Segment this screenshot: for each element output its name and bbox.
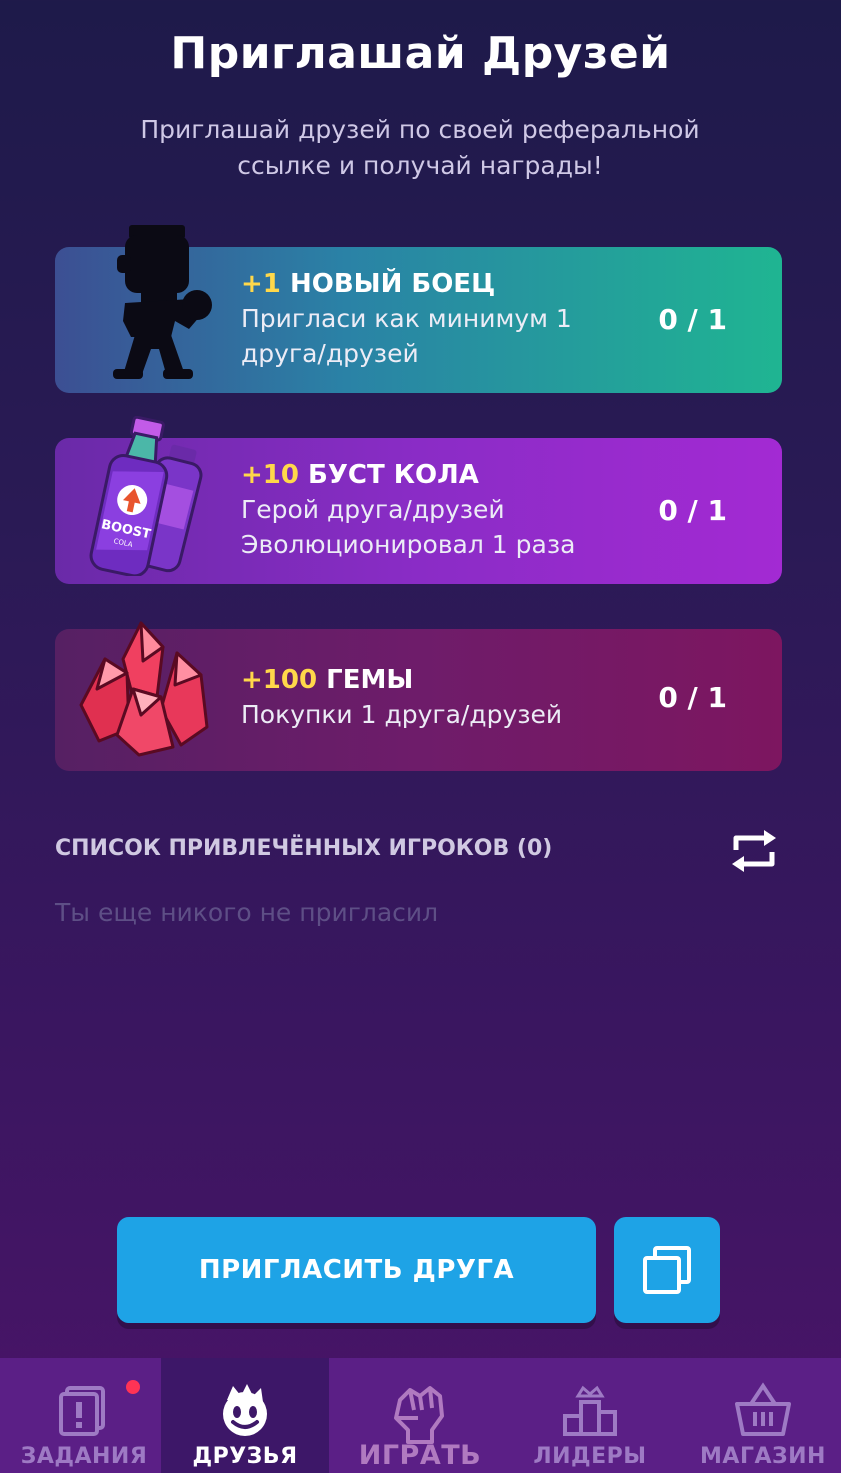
fighter-silhouette-icon xyxy=(105,225,215,385)
nav-play[interactable]: ИГРАТЬ xyxy=(336,1358,504,1473)
bottom-navigation: ЗАДАНИЯ ДРУЗЬЯ ИГРАТЬ ЛИДЕРЫ МАГАЗИН xyxy=(0,1358,841,1473)
reward-amount: +10 xyxy=(241,460,299,490)
invite-friend-label: ПРИГЛАСИТЬ ДРУГА xyxy=(198,1255,515,1285)
reward-description: Покупки 1 друга/друзей xyxy=(241,700,563,729)
reward-card-boost-cola: BOOST COLA +10 БУСТ КОЛА Герой друга/дру… xyxy=(55,415,782,584)
reward-title: +100 ГЕМЫ xyxy=(241,663,641,697)
basket-icon xyxy=(733,1382,793,1442)
boost-cola-icon: BOOST COLA xyxy=(77,415,217,580)
page-subtitle: Приглашай друзей по своей реферальной сс… xyxy=(140,115,700,180)
invited-empty-text: Ты еще никого не пригласил xyxy=(55,898,439,927)
copy-icon xyxy=(643,1246,691,1294)
friends-icon xyxy=(215,1382,275,1442)
nav-shop[interactable]: МАГАЗИН xyxy=(679,1358,841,1473)
nav-play-label: ИГРАТЬ xyxy=(358,1440,482,1471)
reward-amount: +1 xyxy=(241,269,281,299)
nav-leaders-label: ЛИДЕРЫ xyxy=(533,1444,647,1469)
nav-tasks-label: ЗАДАНИЯ xyxy=(20,1444,148,1469)
reward-title: +10 БУСТ КОЛА xyxy=(241,458,641,492)
reward-name: НОВЫЙ БОЕЦ xyxy=(289,269,496,299)
leaderboard-icon xyxy=(561,1382,619,1442)
reward-progress: 0 / 1 xyxy=(658,303,727,336)
invited-list-title: СПИСОК ПРИВЛЕЧЁННЫХ ИГРОКОВ (0) xyxy=(55,836,553,861)
copy-link-button[interactable] xyxy=(614,1217,720,1323)
refresh-button[interactable] xyxy=(726,828,782,874)
reward-title: +1 НОВЫЙ БОЕЦ xyxy=(241,267,641,301)
fist-icon xyxy=(390,1382,450,1448)
reward-name: БУСТ КОЛА xyxy=(308,460,479,490)
page-title: Приглашай Друзей xyxy=(170,28,671,79)
tasks-icon xyxy=(57,1382,111,1440)
nav-friends[interactable]: ДРУЗЬЯ xyxy=(161,1358,329,1473)
reward-progress: 0 / 1 xyxy=(658,681,727,714)
gems-icon xyxy=(77,619,217,763)
nav-tasks[interactable]: ЗАДАНИЯ xyxy=(0,1358,168,1473)
reward-name: ГЕМЫ xyxy=(326,665,414,695)
invite-friend-button[interactable]: ПРИГЛАСИТЬ ДРУГА xyxy=(117,1217,596,1323)
refresh-icon xyxy=(732,830,776,872)
nav-leaders[interactable]: ЛИДЕРЫ xyxy=(506,1358,674,1473)
reward-card-new-fighter: +1 НОВЫЙ БОЕЦ Пригласи как минимум 1 дру… xyxy=(55,225,782,393)
reward-description: Пригласи как минимум 1 друга/друзей xyxy=(241,304,572,368)
reward-progress: 0 / 1 xyxy=(658,494,727,527)
reward-card-gems: +100 ГЕМЫ Покупки 1 друга/друзей 0 / 1 xyxy=(55,621,782,771)
nav-friends-label: ДРУЗЬЯ xyxy=(192,1444,298,1469)
notification-dot xyxy=(126,1380,140,1394)
nav-shop-label: МАГАЗИН xyxy=(700,1444,826,1469)
reward-description: Герой друга/друзей Эволюционировал 1 раз… xyxy=(241,495,576,559)
reward-amount: +100 xyxy=(241,665,318,695)
